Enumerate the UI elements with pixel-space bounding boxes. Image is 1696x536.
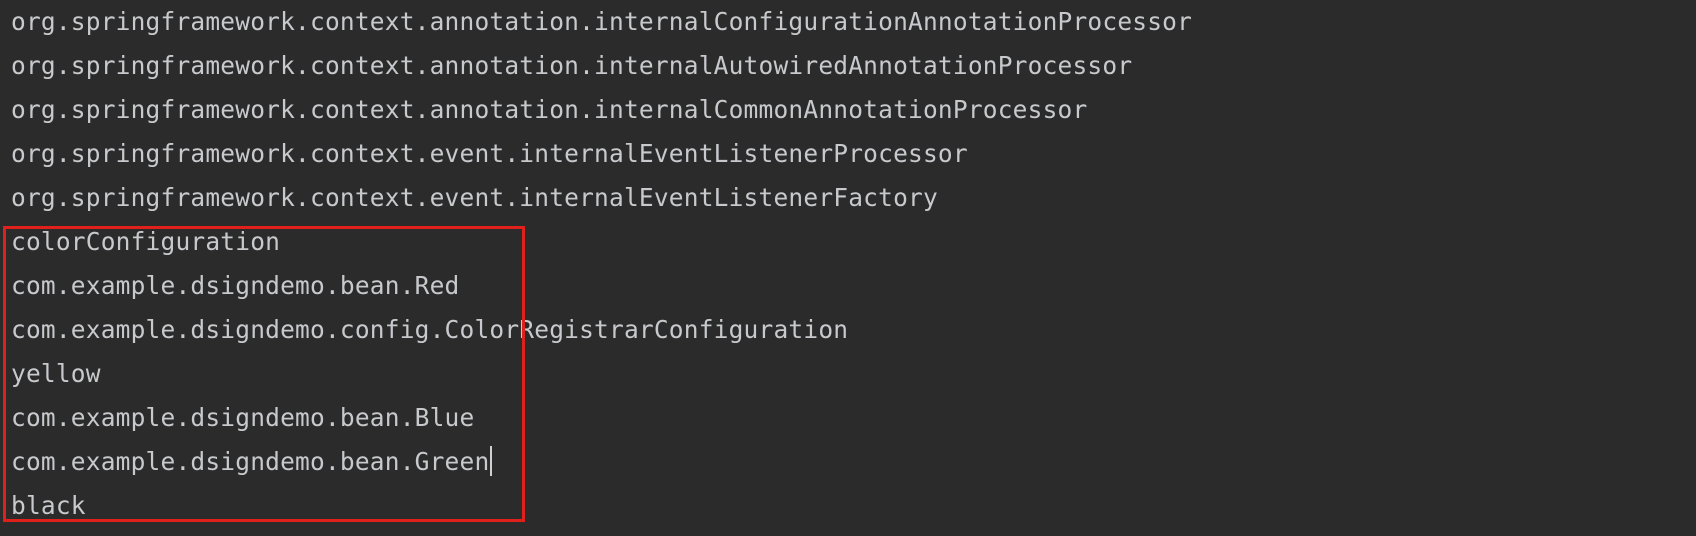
console-line: yellow (11, 359, 101, 388)
console-line: black (11, 491, 86, 520)
text-caret (490, 446, 493, 476)
console-line: com.example.dsigndemo.bean.Red (11, 271, 460, 300)
console-line-with-caret[interactable]: com.example.dsigndemo.bean.Green (11, 440, 493, 484)
console-line: org.springframework.context.annotation.i… (11, 51, 1133, 80)
console-line: org.springframework.context.event.intern… (11, 139, 968, 168)
console-line: org.springframework.context.annotation.i… (11, 7, 1193, 36)
console-line: com.example.dsigndemo.bean.Blue (11, 403, 475, 432)
console-line: colorConfiguration (11, 227, 281, 256)
console-line: org.springframework.context.event.intern… (11, 183, 938, 212)
console-line: com.example.dsigndemo.config.ColorRegist… (11, 315, 849, 344)
console-output[interactable]: org.springframework.context.annotation.i… (0, 0, 1696, 536)
console-line-text: com.example.dsigndemo.bean.Green (11, 447, 490, 476)
console-line: org.springframework.context.annotation.i… (11, 95, 1088, 124)
